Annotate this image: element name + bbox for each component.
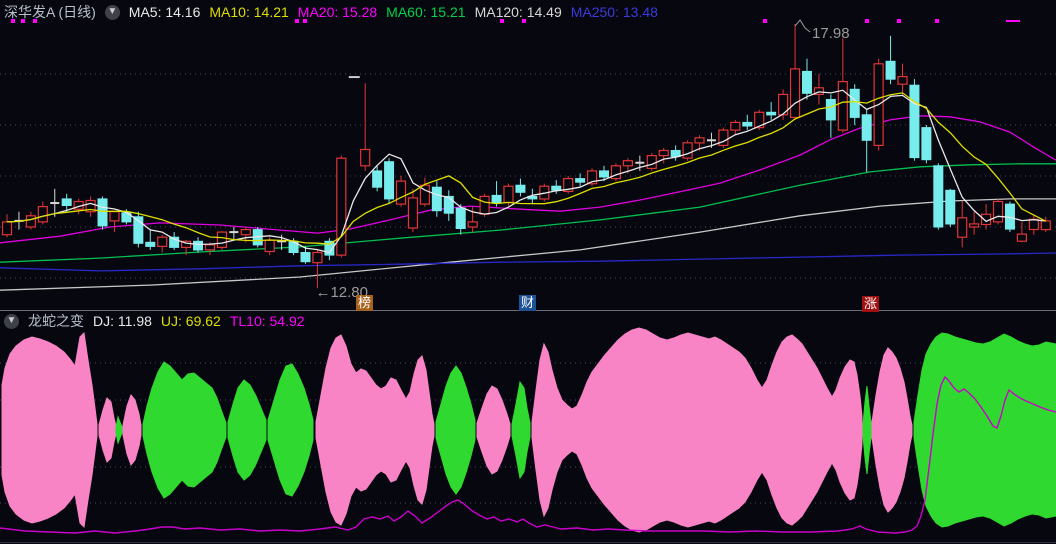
ma10-label: MA10: 14.21 (209, 4, 289, 20)
svg-text:17.98: 17.98 (812, 25, 850, 42)
ma5-label: MA5: 14.16 (128, 4, 201, 20)
main-chart-header: 深华发A (日线) ▼ MA5: 14.16 MA10: 14.21 MA20:… (4, 2, 658, 22)
stock-chart-app: 17.98 ←12.80 深华发A (日线) ▼ MA5: 14.16 MA10:… (0, 0, 1056, 544)
stock-title: 深华发A (日线) (4, 4, 96, 20)
indicator-title: 龙蛇之变 (28, 313, 84, 329)
tl10-value: TL10: 54.92 (229, 313, 305, 329)
uj-value: UJ: 69.62 (160, 313, 221, 329)
watermark-badge: 榜 (356, 295, 373, 311)
dj-value: DJ: 11.98 (93, 313, 152, 329)
watermark-badge: 财 (519, 295, 536, 311)
ma60-label: MA60: 15.21 (386, 4, 466, 20)
chevron-down-icon[interactable]: ▼ (4, 313, 19, 329)
watermark-badge: 涨 (862, 296, 879, 312)
main-chart-canvas[interactable]: 17.98←12.80 (0, 0, 1056, 544)
chevron-down-icon[interactable]: ▼ (104, 4, 120, 20)
indicator-panel-header: ▼ 龙蛇之变 DJ: 11.98 UJ: 69.62 TL10: 54.92 (4, 312, 305, 330)
ma20-label: MA20: 15.28 (297, 4, 378, 20)
ma120-label: MA120: 14.49 (474, 4, 562, 20)
ma250-label: MA250: 13.48 (570, 4, 658, 20)
